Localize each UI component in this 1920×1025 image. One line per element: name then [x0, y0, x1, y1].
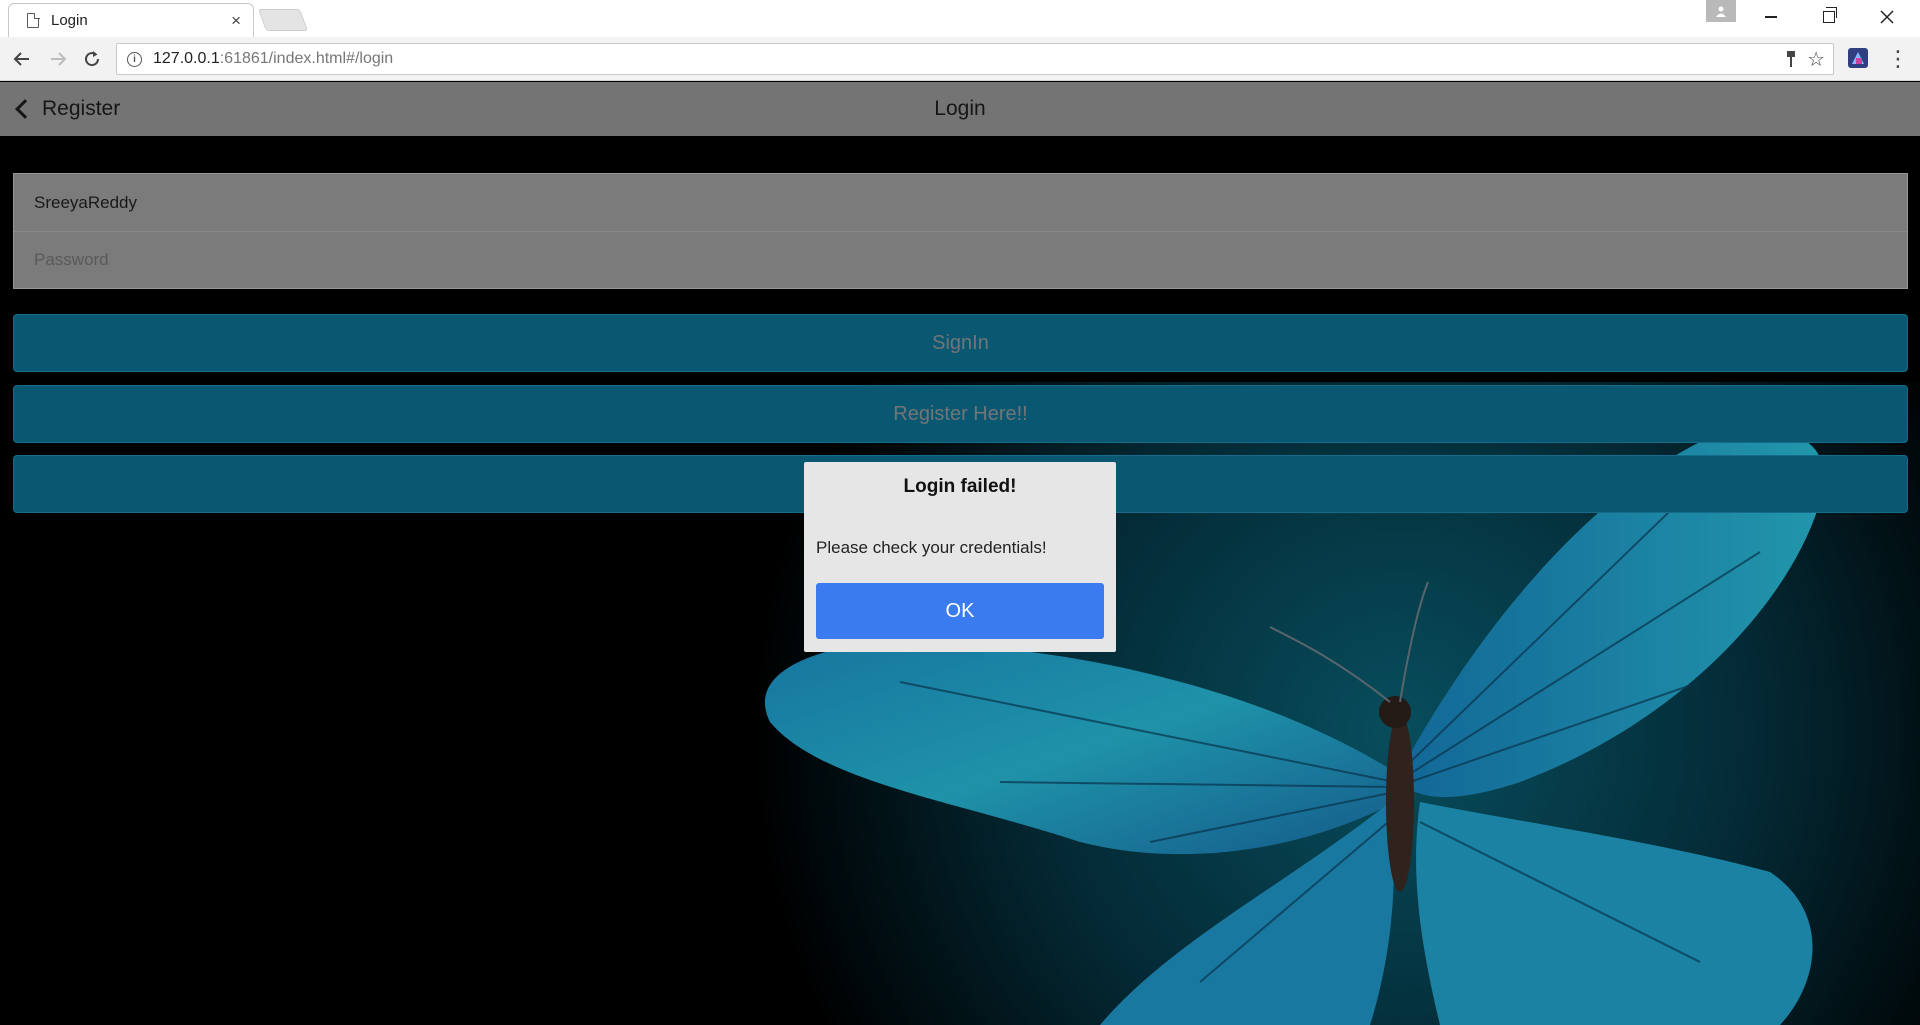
tab-close-icon[interactable]: × — [231, 12, 241, 29]
minimize-button[interactable] — [1742, 0, 1800, 34]
key-icon[interactable] — [1785, 50, 1797, 73]
url-path: :61861/index.html#/login — [219, 50, 394, 67]
ok-button[interactable]: OK — [816, 583, 1104, 639]
dialog-message: Please check your credentials! — [816, 538, 1047, 557]
tab-title: Login — [51, 12, 88, 29]
extension-icon[interactable] — [1848, 48, 1868, 68]
new-tab-button[interactable] — [257, 9, 309, 31]
browser-tab[interactable]: Login × — [8, 3, 254, 37]
forward-arrow-icon[interactable] — [44, 45, 72, 73]
star-icon[interactable]: ☆ — [1807, 47, 1825, 72]
login-failed-dialog: Login failed! Please check your credenti… — [804, 462, 1116, 652]
app-viewport: Login Register SignIn Register Here!! To… — [0, 82, 1920, 1025]
info-icon[interactable]: i — [127, 51, 142, 67]
close-window-button[interactable] — [1858, 0, 1916, 34]
dialog-title: Login failed! — [903, 476, 1017, 497]
url-host: 127.0.0.1 — [153, 50, 220, 67]
back-arrow-icon[interactable] — [8, 45, 36, 73]
address-bar[interactable]: i 127.0.0.1:61861/index.html#/login ☆ — [116, 43, 1834, 75]
reload-icon[interactable] — [78, 45, 106, 73]
page-icon — [27, 12, 40, 28]
browser-toolbar: i 127.0.0.1:61861/index.html#/login ☆ ⋮ — [0, 37, 1920, 81]
restore-button[interactable] — [1800, 0, 1858, 34]
menu-dots-icon[interactable]: ⋮ — [1887, 45, 1909, 73]
browser-tabstrip: Login × — [0, 0, 1920, 37]
profile-icon[interactable] — [1706, 0, 1736, 22]
